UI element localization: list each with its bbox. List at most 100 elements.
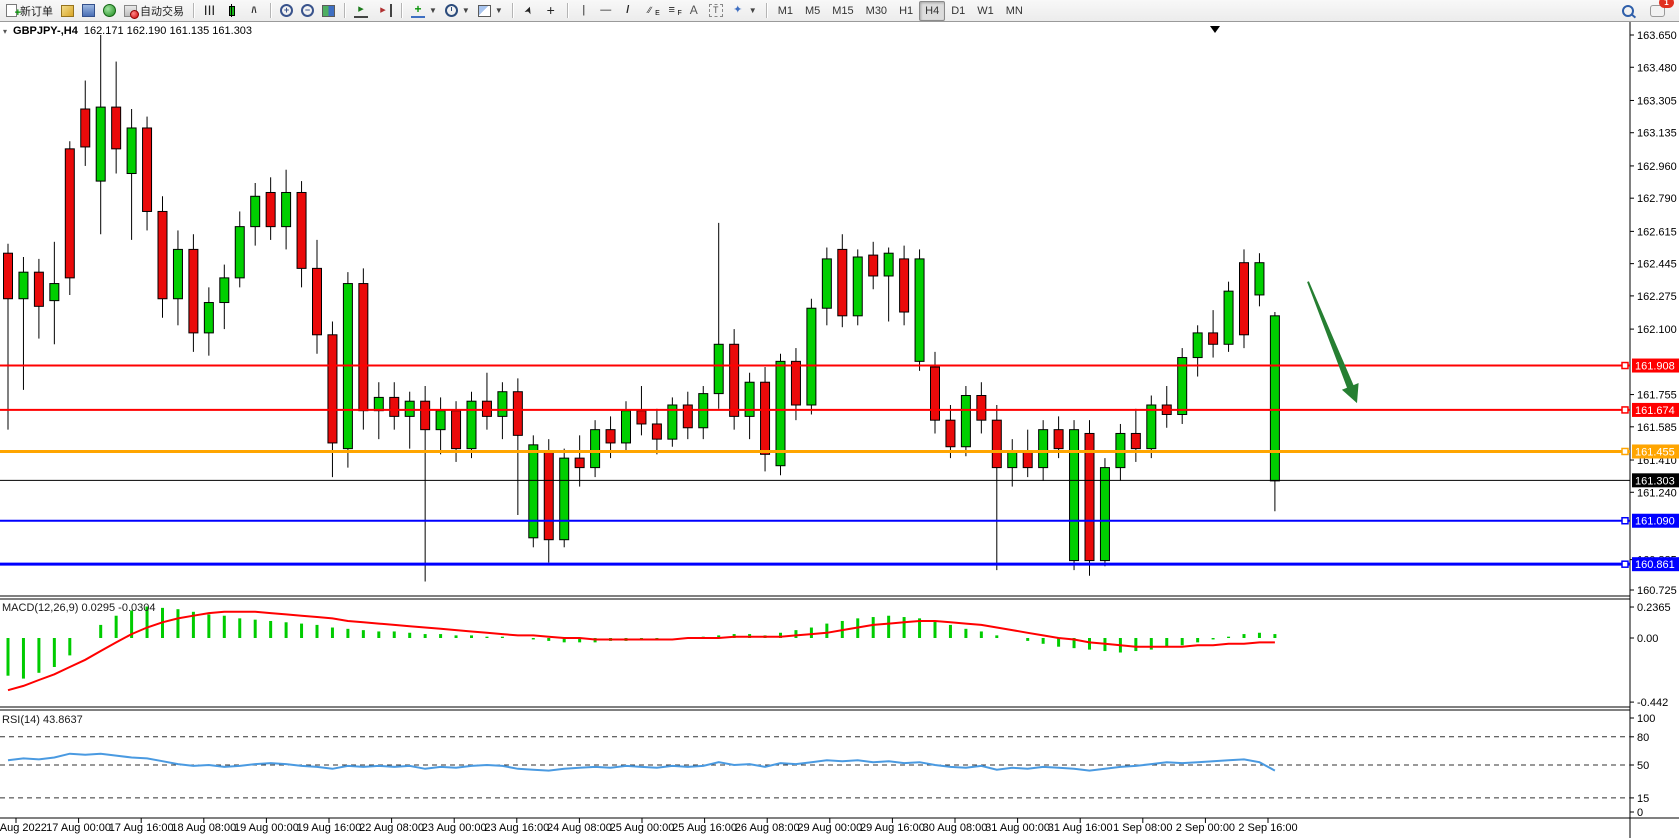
price-tick-label: 161.240 (1637, 487, 1677, 499)
periods-button[interactable]: ▼ (441, 1, 474, 21)
chart-shift-icon (376, 4, 392, 17)
macd-pane: 0.23650.00-0.442 (8, 602, 1671, 709)
candle-body (235, 227, 244, 278)
candle-body (81, 109, 90, 147)
market-watch-button[interactable] (78, 1, 99, 21)
price-chart-canvas[interactable]: 163.650163.480163.305163.135162.960162.7… (0, 22, 1679, 838)
time-tick-label: 16 Aug 2022 (0, 822, 47, 834)
layouts-button[interactable] (57, 1, 78, 21)
channel-button[interactable] (639, 1, 661, 21)
fibonacci-button[interactable] (661, 1, 683, 21)
candle-body (1100, 468, 1109, 561)
toolbar-separator (344, 3, 345, 18)
autotrade-button[interactable]: 自动交易 (120, 1, 188, 21)
rsi-indicator-label: RSI(14) (2, 714, 40, 726)
candle-body (946, 420, 955, 447)
chart-area[interactable]: 163.650163.480163.305163.135162.960162.7… (0, 22, 1679, 838)
zoom-out-button[interactable] (297, 1, 318, 21)
channel-icon (643, 4, 657, 17)
toolbar-separator (401, 3, 402, 18)
indicators-button[interactable]: ▼ (407, 1, 441, 21)
candle-body (652, 424, 661, 439)
timeframe-button-W1[interactable]: W1 (971, 1, 1000, 21)
candle-body (606, 430, 615, 443)
indicators-icon (411, 3, 425, 18)
time-tick-label: 23 Aug 16:00 (484, 822, 549, 834)
timeframe-button-M5[interactable]: M5 (799, 1, 826, 21)
rsi-tick-label: 80 (1637, 732, 1649, 744)
candlestick-chart-icon (225, 4, 239, 17)
signals-icon (103, 4, 116, 17)
crosshair-icon (544, 4, 558, 17)
timeframe-button-M15[interactable]: M15 (826, 1, 859, 21)
vertical-line-button[interactable] (573, 1, 595, 21)
chevron-down-icon[interactable]: ▼ (429, 6, 437, 15)
trend-arrow-annotation (1307, 281, 1359, 403)
candle-body (173, 249, 182, 298)
trendline-button[interactable] (617, 1, 639, 21)
price-badge-label: 161.908 (1635, 361, 1675, 373)
timeframe-button-H4[interactable]: H4 (919, 1, 945, 21)
timeframe-button-H1[interactable]: H1 (893, 1, 919, 21)
price-axis: 163.650163.480163.305163.135162.960162.7… (1630, 30, 1679, 597)
zoom-in-button[interactable] (276, 1, 297, 21)
price-tick-label: 163.305 (1637, 95, 1677, 107)
candle-body (436, 411, 445, 430)
timeframe-button-D1[interactable]: D1 (945, 1, 971, 21)
arrows-button[interactable]: ▼ (727, 1, 761, 21)
price-tick-label: 162.100 (1637, 324, 1677, 336)
timeframe-button-M1[interactable]: M1 (772, 1, 799, 21)
candle-body (822, 259, 831, 308)
price-badge-label: 160.861 (1635, 559, 1675, 571)
candle-body (884, 253, 893, 276)
candle-body (1147, 405, 1156, 449)
candle-body (900, 259, 909, 312)
crosshair-button[interactable] (540, 1, 562, 21)
zoom-in-icon (280, 4, 293, 17)
chevron-down-icon[interactable]: ▼ (749, 6, 757, 15)
fibonacci-icon (665, 4, 679, 17)
search-button[interactable] (1618, 1, 1638, 21)
time-tick-label: 2 Sep 00:00 (1176, 822, 1235, 834)
price-tick-label: 162.275 (1637, 291, 1677, 303)
templates-button[interactable]: ▼ (474, 1, 507, 21)
horizontal-line-button[interactable] (595, 1, 617, 21)
line-chart-button[interactable] (243, 1, 265, 21)
timeframe-button-M30[interactable]: M30 (860, 1, 893, 21)
collapse-marker-icon[interactable]: ▾ (3, 27, 7, 36)
auto-scroll-icon (354, 3, 368, 18)
text-button[interactable] (683, 1, 705, 21)
label-button[interactable] (705, 1, 727, 21)
vertical-line-icon (577, 4, 591, 17)
candle-body (220, 278, 229, 303)
price-tick-label: 162.615 (1637, 226, 1677, 238)
candle-body (482, 401, 491, 416)
candle-body (730, 344, 739, 416)
chart-shift-button[interactable] (372, 1, 396, 21)
chevron-down-icon[interactable]: ▼ (462, 6, 470, 15)
auto-scroll-button[interactable] (350, 1, 372, 21)
chevron-down-icon[interactable]: ▼ (495, 6, 503, 15)
candlestick-chart-button[interactable] (221, 1, 243, 21)
price-tick-label: 162.445 (1637, 259, 1677, 271)
candle-body (1224, 291, 1233, 344)
notifications-button[interactable]: 1 (1646, 1, 1669, 21)
signals-button[interactable] (99, 1, 120, 21)
price-tick-label: 162.960 (1637, 161, 1677, 173)
tile-windows-button[interactable] (318, 1, 339, 21)
new-order-button[interactable]: 新订单 (2, 1, 57, 21)
time-tick-label: 17 Aug 00:00 (46, 822, 111, 834)
candle-body (374, 397, 383, 410)
new-order-icon (6, 4, 17, 17)
hline-anchor (1622, 448, 1628, 454)
candle-body (992, 420, 1001, 467)
autotrade-icon (124, 5, 137, 17)
chart-ohlc-values: 162.171 162.190 161.135 161.303 (84, 25, 252, 37)
text-icon (687, 4, 701, 17)
layouts-icon (61, 5, 74, 17)
candle-body (328, 335, 337, 443)
time-tick-label: 25 Aug 16:00 (672, 822, 737, 834)
cursor-button[interactable] (518, 1, 540, 21)
bar-chart-button[interactable] (199, 1, 221, 21)
timeframe-button-MN[interactable]: MN (1000, 1, 1029, 21)
